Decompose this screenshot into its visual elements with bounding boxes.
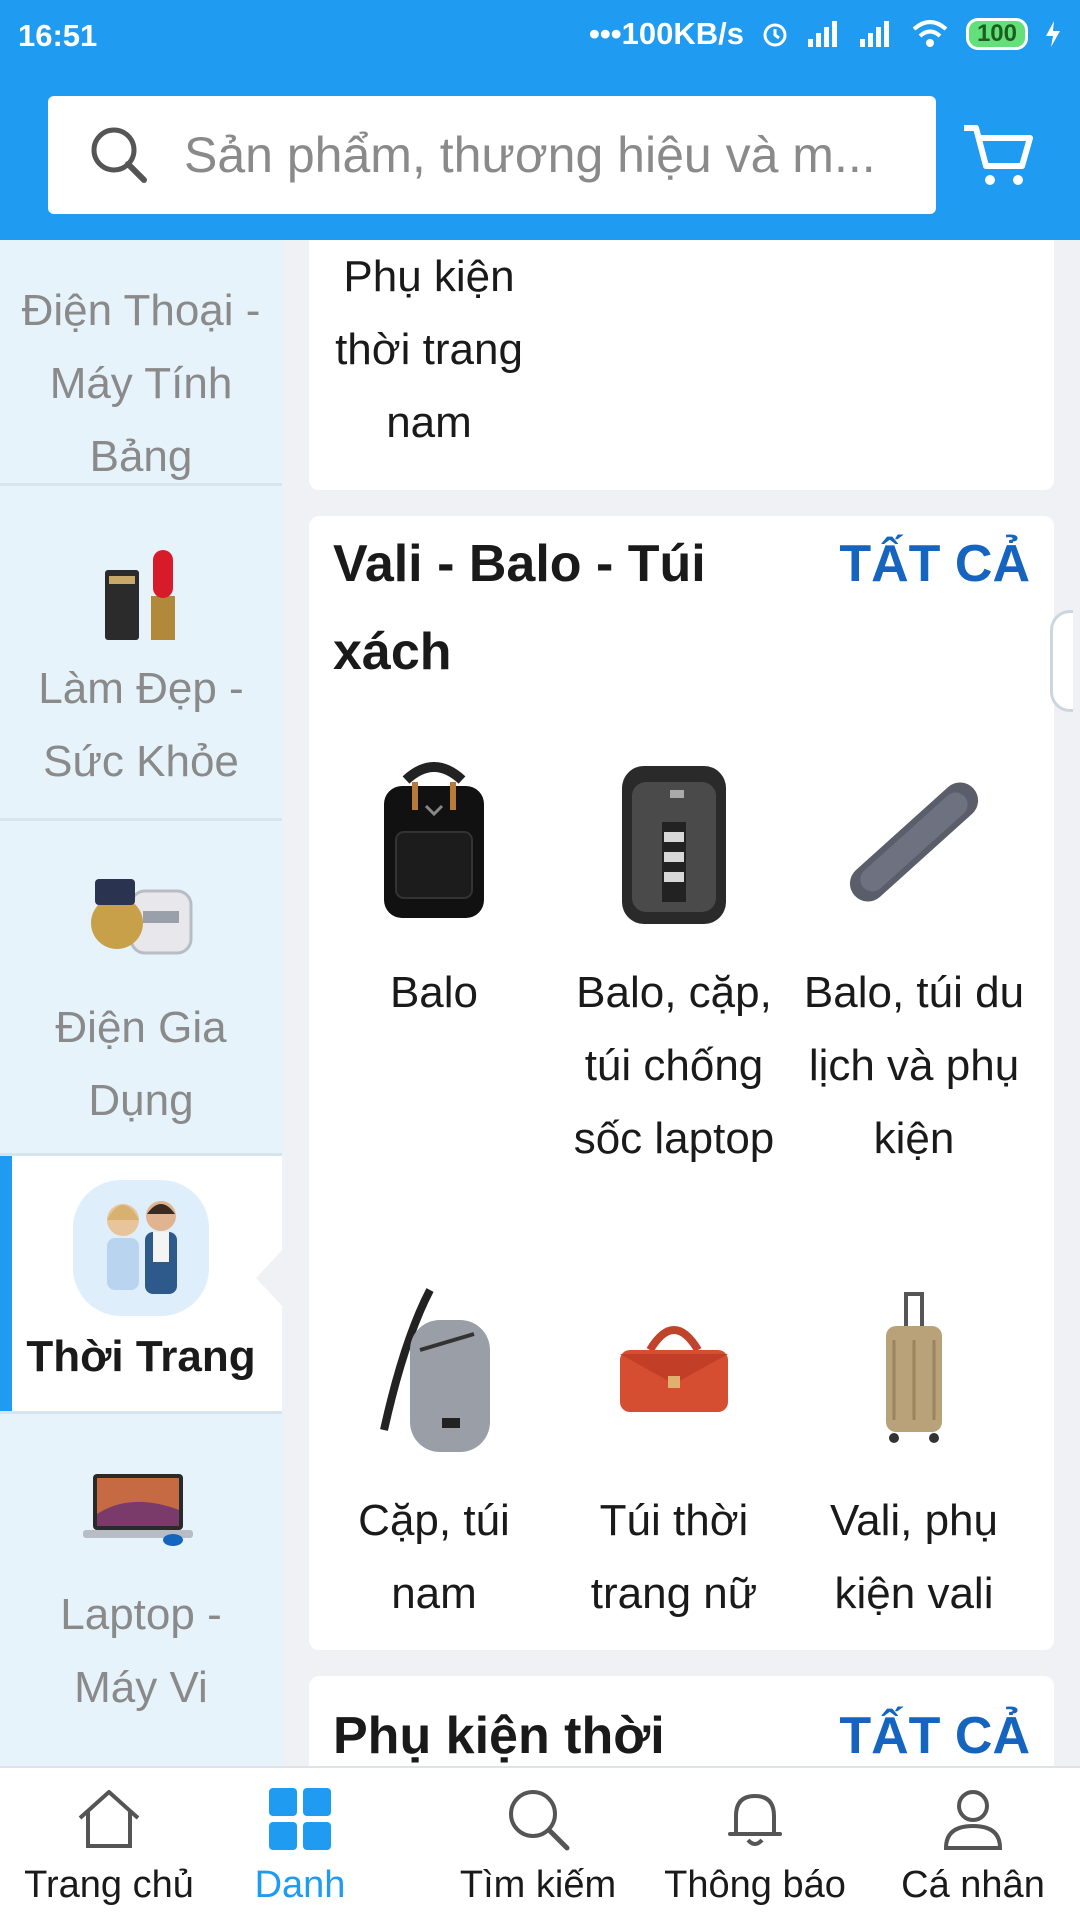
nav-label: Trang chủ (24, 1864, 194, 1906)
nav-home[interactable]: Trang chủ (14, 1784, 204, 1907)
laptop-icon (83, 1474, 193, 1546)
app-header: 16:51 •••100KB/s 100 Sản phẩm, thương hi… (0, 0, 1080, 240)
subcategory-tile[interactable]: Balo, túi du lịch và phụ kiện (794, 752, 1034, 1175)
subcategory-tile[interactable]: Cặp, túi nam (314, 1280, 554, 1630)
appliance-icon (91, 879, 193, 955)
subcategory-tile[interactable]: Balo (314, 752, 554, 1029)
subcategory-label: Balo, cặp, túi chống sốc laptop (573, 968, 775, 1163)
category-sidebar: Điện Thoại - Máy Tính Bảng Làm Đẹp - Sức… (0, 240, 284, 1766)
home-icon (78, 1790, 140, 1848)
bottom-navigation: Trang chủ Danh Tìm kiếm Thông báo Cá nhâ… (0, 1766, 1080, 1922)
sidebar-item-phones[interactable]: Điện Thoại - Máy Tính Bảng (0, 240, 282, 486)
sidebar-item-laptop[interactable]: Laptop - Máy Vi (0, 1414, 282, 1766)
search-icon (509, 1790, 570, 1851)
battery-indicator: 100 (965, 18, 1028, 50)
sidebar-item-beauty[interactable]: Làm Đẹp - Sức Khỏe (0, 486, 282, 821)
sidebar-item-label: Làm Đẹp - Sức Khỏe (38, 664, 244, 786)
phone-icon (91, 240, 191, 260)
handbag-icon (620, 1326, 728, 1412)
sidebar-item-appliances[interactable]: Điện Gia Dụng (0, 821, 282, 1156)
subcategory-label: Phụ kiện thời trang nam (335, 252, 523, 447)
active-indicator (0, 1156, 12, 1411)
subcategory-tile[interactable]: Phụ kiện thời trang nam (309, 240, 549, 459)
search-bar[interactable]: Sản phẩm, thương hiệu và m... (48, 96, 936, 214)
subcategory-label: Cặp, túi nam (358, 1496, 510, 1618)
travel-case-icon (849, 782, 979, 902)
sidebar-item-label: Laptop - Máy Vi (60, 1590, 222, 1712)
see-all-link[interactable]: TẤT CẢ (839, 1692, 1030, 1766)
status-time: 16:51 (18, 18, 98, 53)
wifi-icon (912, 20, 948, 47)
section-title: Phụ kiện thời (333, 1707, 665, 1765)
category-card-partial: Phụ kiện thời trang nam (309, 240, 1054, 490)
backpack-icon (384, 762, 484, 918)
category-card-next: Phụ kiện thời TẤT CẢ (309, 1676, 1054, 1766)
nav-label: Thông báo (664, 1864, 846, 1906)
fashion-icon (73, 1180, 209, 1316)
sling-bag-icon (380, 1288, 490, 1452)
charging-icon (1046, 21, 1060, 47)
nav-label: Tìm kiếm (459, 1864, 617, 1906)
search-icon (91, 127, 147, 183)
grid-icon (269, 1788, 331, 1850)
bell-icon (728, 1794, 782, 1846)
suitcase-icon (886, 1292, 942, 1443)
subcategory-label: Vali, phụ kiện vali (830, 1496, 998, 1618)
network-speed: •••100KB/s (589, 16, 744, 51)
category-card: Vali - Balo - Túi xách TẤT CẢ Balo Balo,… (309, 516, 1054, 1650)
signal-icon-2 (859, 21, 889, 47)
category-content: Phụ kiện thời trang nam Vali - Balo - Tú… (284, 240, 1080, 1766)
nav-label: Cá nhân (901, 1864, 1045, 1906)
cosmetics-icon (105, 550, 175, 640)
nav-profile[interactable]: Cá nhân (888, 1784, 1058, 1907)
sidebar-item-label: Điện Gia Dụng (55, 1003, 227, 1125)
nav-categories[interactable]: Danh (230, 1784, 370, 1907)
scroll-handle[interactable] (1050, 610, 1073, 712)
nav-search[interactable]: Tìm kiếm (450, 1784, 626, 1907)
subcategory-label: Balo (389, 968, 479, 1017)
status-bar: 16:51 •••100KB/s 100 (0, 0, 1080, 72)
subcategory-tile[interactable]: Balo, cặp, túi chống sốc laptop (554, 752, 794, 1175)
see-all-link[interactable]: TẤT CẢ (839, 520, 1030, 608)
nav-label: Danh (254, 1864, 346, 1906)
status-indicators: •••100KB/s 100 (589, 16, 1062, 52)
section-title: Vali - Balo - Túi xách (333, 535, 706, 681)
signal-icon (807, 21, 837, 47)
sidebar-item-label: Điện Thoại - Máy Tính Bảng (21, 286, 261, 481)
laptop-backpack-icon (622, 766, 726, 924)
active-notch (256, 1248, 284, 1308)
alarm-icon (763, 23, 787, 47)
sidebar-item-label: Thời Trang (26, 1332, 256, 1381)
sidebar-item-fashion[interactable]: Thời Trang (0, 1156, 284, 1414)
user-icon (943, 1790, 1003, 1850)
subcategory-tile[interactable]: Vali, phụ kiện vali (794, 1280, 1034, 1630)
cart-icon[interactable] (960, 118, 1034, 192)
nav-notifications[interactable]: Thông báo (660, 1784, 850, 1907)
subcategory-tile[interactable]: Túi thời trang nữ (554, 1280, 794, 1630)
subcategory-label: Balo, túi du lịch và phụ kiện (803, 968, 1025, 1163)
subcategory-label: Túi thời trang nữ (590, 1496, 758, 1618)
search-input[interactable]: Sản phẩm, thương hiệu và m... (184, 126, 924, 184)
